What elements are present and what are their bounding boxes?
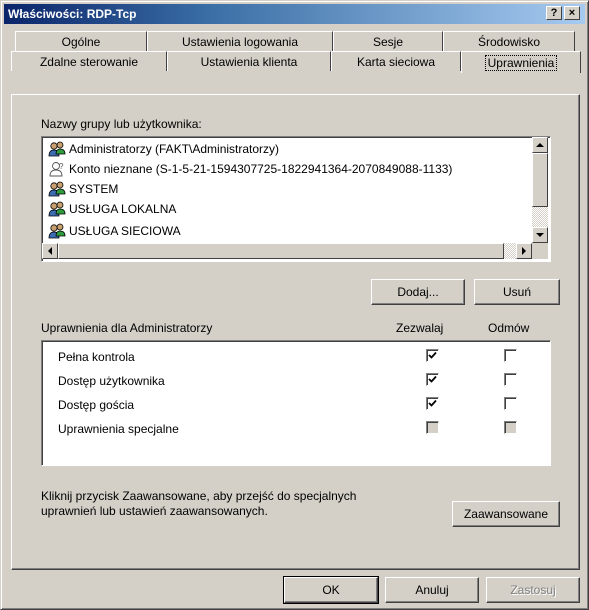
horizontal-scrollbar-thumb[interactable] — [58, 243, 504, 259]
scroll-left-button[interactable] — [42, 243, 58, 259]
vertical-scrollbar-track[interactable] — [532, 153, 548, 227]
tab-sesje[interactable]: Sesje — [333, 31, 443, 51]
permission-name: Dostęp gościa — [58, 398, 135, 412]
list-item-label: Konto nieznane (S-1-5-21-1594307725-1822… — [69, 162, 453, 176]
checkmark-icon — [428, 351, 437, 359]
group-icon — [48, 181, 66, 197]
advanced-button[interactable]: Zaawansowane — [452, 501, 560, 527]
button-label: Dodaj... — [397, 285, 439, 299]
tab-label: Środowisko — [477, 34, 541, 49]
scroll-down-button[interactable] — [532, 227, 548, 243]
permission-name: Pełna kontrola — [58, 350, 135, 364]
permissions-list: Pełna kontrola Dostęp użytkownika Dostęp… — [41, 340, 551, 466]
deny-checkbox-special — [504, 421, 517, 434]
deny-checkbox-guest-access[interactable] — [504, 397, 517, 410]
allow-checkbox-special — [426, 421, 439, 434]
list-item-label: Administratorzy (FAKT\Administratorzy) — [69, 142, 280, 156]
button-label: Zaawansowane — [463, 507, 549, 521]
add-button[interactable]: Dodaj... — [371, 279, 465, 305]
list-item-label: USŁUGA LOKALNA — [69, 202, 177, 216]
button-label: Zastosuj — [510, 583, 556, 597]
group-icon — [48, 141, 66, 157]
remove-button[interactable]: Usuń — [474, 279, 560, 305]
tab-karta-sieciowa[interactable]: Karta sieciowa — [331, 51, 461, 71]
scrollbar-corner — [532, 243, 548, 259]
cancel-button[interactable]: Anuluj — [385, 577, 479, 603]
deny-checkbox-user-access[interactable] — [504, 373, 517, 386]
permissions-label: Uprawnienia dla Administratorzy — [41, 321, 213, 335]
list-item[interactable]: USŁUGA LOKALNA — [48, 199, 176, 219]
apply-button: Zastosuj — [486, 577, 580, 603]
button-label: Anuluj — [415, 583, 449, 597]
checkmark-icon — [428, 375, 437, 383]
title-bar[interactable]: Właściwości: RDP-Tcp ? × — [4, 4, 585, 24]
properties-dialog: Właściwości: RDP-Tcp ? × Ogólne Ustawien… — [0, 0, 589, 610]
arrow-up-icon — [536, 143, 544, 147]
button-label: OK — [322, 583, 340, 597]
window-title: Właściwości: RDP-Tcp — [8, 7, 137, 21]
tab-srodowisko[interactable]: Środowisko — [443, 31, 575, 51]
tab-label: Uprawnienia — [484, 54, 558, 71]
advanced-note-line1: Kliknij przycisk Zaawansowane, aby przej… — [41, 489, 357, 503]
advanced-note-line2: uprawnień lub ustawień zaawansowanych. — [41, 504, 268, 518]
allow-checkbox-user-access[interactable] — [426, 373, 439, 386]
permission-name: Uprawnienia specjalne — [58, 422, 179, 436]
group-icon — [48, 201, 66, 217]
permission-name: Dostęp użytkownika — [58, 374, 165, 388]
allow-checkbox-guest-access[interactable] — [426, 397, 439, 410]
tab-label: Ustawienia klienta — [200, 54, 298, 69]
deny-column-header: Odmów — [488, 321, 530, 335]
tab-label: Karta sieciowa — [356, 54, 436, 69]
tab-uprawnienia[interactable]: Uprawnienia — [461, 51, 581, 73]
tab-label: Zdalne sterowanie — [39, 54, 139, 69]
svg-text:?: ? — [59, 162, 64, 171]
allow-checkbox-full-control[interactable] — [426, 349, 439, 362]
tab-ustawienia-klienta[interactable]: Ustawienia klienta — [167, 51, 331, 71]
list-item[interactable]: ? Konto nieznane (S-1-5-21-1594307725-18… — [48, 159, 452, 179]
list-item[interactable]: SYSTEM — [48, 179, 118, 199]
ok-button[interactable]: OK — [283, 576, 379, 604]
arrow-right-icon — [522, 247, 526, 255]
tab-label: Ogólne — [61, 34, 101, 49]
list-item[interactable]: USŁUGA SIECIOWA — [48, 221, 181, 241]
button-label: Usuń — [502, 285, 531, 299]
list-item-label: USŁUGA SIECIOWA — [69, 224, 181, 238]
scroll-up-button[interactable] — [532, 137, 548, 153]
arrow-left-icon — [48, 247, 52, 255]
horizontal-scrollbar-track[interactable] — [58, 243, 516, 259]
arrow-down-icon — [536, 233, 544, 237]
group-icon — [48, 223, 66, 239]
permissions-panel: Nazwy grupy lub użytkownika: Administrat… — [11, 94, 580, 570]
vertical-scrollbar-thumb[interactable] — [532, 153, 548, 207]
unknown-user-icon: ? — [49, 162, 64, 177]
list-item[interactable]: Administratorzy (FAKT\Administratorzy) — [48, 139, 279, 159]
deny-checkbox-full-control[interactable] — [504, 349, 517, 362]
users-list-label: Nazwy grupy lub użytkownika: — [41, 117, 202, 131]
close-button[interactable]: × — [564, 6, 580, 20]
users-listbox[interactable]: Administratorzy (FAKT\Administratorzy) ?… — [41, 136, 551, 262]
tab-ogolne[interactable]: Ogólne — [15, 31, 147, 51]
tab-zdalne-sterowanie[interactable]: Zdalne sterowanie — [11, 51, 167, 71]
tab-label: Sesje — [372, 34, 404, 49]
scroll-right-button[interactable] — [516, 243, 532, 259]
allow-column-header: Zezwalaj — [396, 321, 444, 335]
help-button[interactable]: ? — [546, 6, 562, 20]
tab-label: Ustawienia logowania — [181, 34, 299, 49]
checkmark-icon — [428, 399, 437, 407]
tab-ustawienia-logowania[interactable]: Ustawienia logowania — [147, 31, 333, 51]
list-item-label: SYSTEM — [69, 182, 119, 196]
